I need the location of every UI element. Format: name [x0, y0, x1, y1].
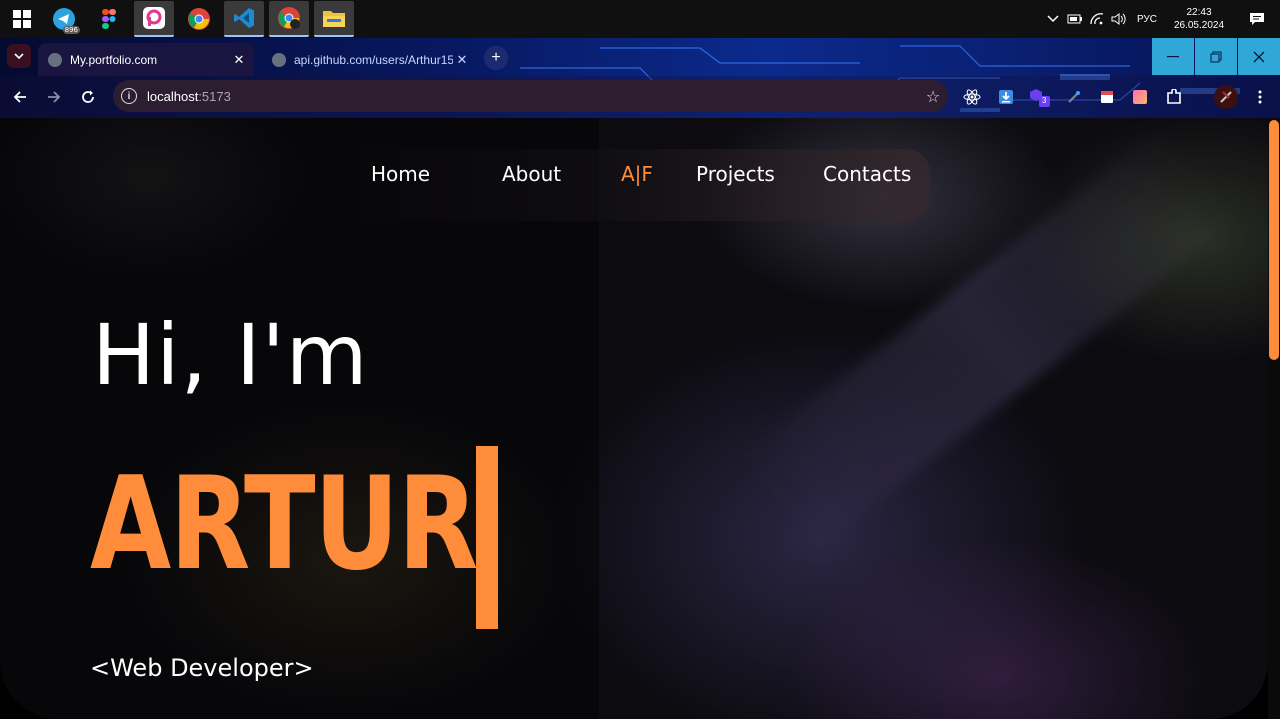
- forward-arrow-icon[interactable]: [40, 83, 68, 111]
- notifications-icon[interactable]: [1234, 12, 1280, 26]
- wifi-icon[interactable]: [1086, 13, 1108, 25]
- reload-icon[interactable]: [74, 83, 102, 111]
- volume-icon[interactable]: [1108, 13, 1130, 25]
- typing-cursor: [476, 446, 498, 629]
- chevron-up-icon[interactable]: [1042, 15, 1064, 23]
- calendar-extension-icon[interactable]: [1097, 87, 1117, 107]
- tab-github-api[interactable]: api.github.com/users/Arthur15 ✕: [262, 43, 477, 76]
- nav-about[interactable]: About: [502, 162, 561, 186]
- browser-frame: My.portfolio.com ✕ api.github.com/users/…: [0, 38, 1280, 118]
- chrome-icon[interactable]: [179, 1, 219, 37]
- file-explorer-icon[interactable]: [314, 1, 354, 37]
- tab-search-icon[interactable]: [7, 44, 31, 68]
- address-bar[interactable]: i localhost:5173 ☆: [113, 80, 948, 112]
- tab-title: My.portfolio.com: [70, 52, 158, 67]
- figma-icon[interactable]: [89, 1, 129, 37]
- nav-home[interactable]: Home: [371, 162, 430, 186]
- nav-contacts[interactable]: Contacts: [823, 162, 911, 186]
- nav-projects[interactable]: Projects: [696, 162, 775, 186]
- url-text[interactable]: localhost:5173: [147, 89, 918, 104]
- language-indicator[interactable]: РУС: [1130, 14, 1164, 25]
- battery-icon[interactable]: [1064, 14, 1086, 24]
- eyedropper-icon[interactable]: [1064, 87, 1084, 107]
- hero-name: ARTUR: [90, 450, 478, 599]
- browser-menu-icon[interactable]: [1250, 87, 1270, 107]
- profile-avatar[interactable]: [1212, 83, 1240, 111]
- extension-badge-count: 3: [1042, 96, 1047, 105]
- tab-title: api.github.com/users/Arthur15: [294, 52, 453, 67]
- page-scrollbar-thumb[interactable]: [1269, 120, 1279, 360]
- hero-greeting: Hi, I'm: [92, 306, 369, 404]
- react-devtools-icon[interactable]: [962, 87, 982, 107]
- bookmark-star-icon[interactable]: ☆: [918, 87, 948, 106]
- tab-strip: My.portfolio.com ✕ api.github.com/users/…: [0, 38, 1280, 76]
- extensions-puzzle-icon[interactable]: [1164, 87, 1184, 107]
- chrome-profile-icon[interactable]: [269, 1, 309, 37]
- picsart-icon[interactable]: [134, 1, 174, 37]
- url-host: localhost: [147, 88, 199, 104]
- tab-close-icon[interactable]: ✕: [453, 52, 471, 68]
- clock-date: 26.05.2024: [1173, 20, 1225, 31]
- telegram-icon[interactable]: 896: [44, 1, 84, 37]
- site-info-icon[interactable]: i: [121, 88, 137, 104]
- close-window-button[interactable]: [1238, 38, 1280, 75]
- tab-close-icon[interactable]: ✕: [230, 52, 248, 68]
- windows-taskbar: 896 РУС 22:43 26.05.2024: [0, 0, 1280, 38]
- back-arrow-icon[interactable]: [6, 83, 34, 111]
- telegram-badge: 896: [62, 26, 80, 34]
- download-extension-icon[interactable]: [996, 87, 1016, 107]
- new-tab-button[interactable]: +: [484, 46, 508, 70]
- minimize-button[interactable]: [1152, 38, 1194, 75]
- color-gradient-extension-icon[interactable]: [1130, 87, 1150, 107]
- extension-badge-icon[interactable]: 3: [1030, 87, 1050, 107]
- windows-start-icon[interactable]: [0, 0, 44, 38]
- tab-portfolio[interactable]: My.portfolio.com ✕: [38, 43, 254, 76]
- system-tray: РУС 22:43 26.05.2024: [1042, 0, 1280, 38]
- browser-toolbar: i localhost:5173 ☆ 3: [0, 76, 1280, 118]
- clock[interactable]: 22:43 26.05.2024: [1164, 6, 1234, 32]
- globe-icon: [272, 52, 286, 67]
- globe-icon: [48, 52, 62, 67]
- restore-button[interactable]: [1195, 38, 1237, 75]
- hero-role: <Web Developer>: [90, 654, 314, 682]
- vscode-icon[interactable]: [224, 1, 264, 37]
- url-port: :5173: [198, 88, 231, 104]
- clock-time: 22:43: [1186, 7, 1212, 18]
- portfolio-page: Home About A|F Projects Contacts Hi, I'm…: [0, 118, 1268, 719]
- nav-logo[interactable]: A|F: [621, 162, 653, 186]
